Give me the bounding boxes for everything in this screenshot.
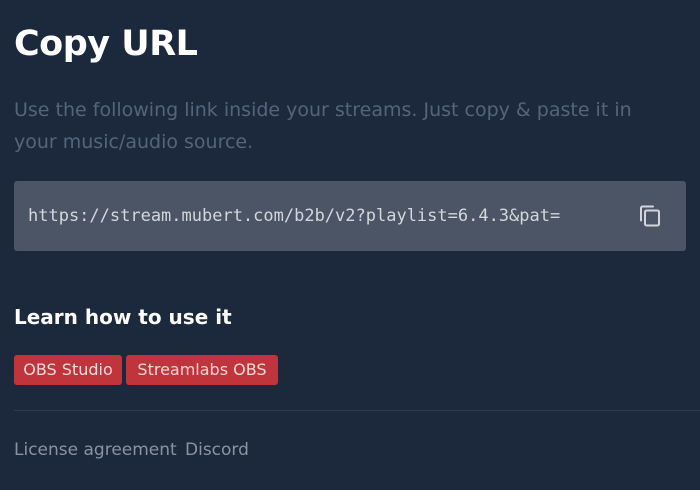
page-title: Copy URL bbox=[14, 24, 198, 64]
license-agreement-link[interactable]: License agreement bbox=[14, 438, 177, 462]
stream-url-box: https://stream.mubert.com/b2b/v2?playlis… bbox=[14, 181, 686, 251]
obs-studio-tag[interactable]: OBS Studio bbox=[14, 355, 122, 385]
footer-divider bbox=[14, 410, 700, 411]
stream-url-field[interactable]: https://stream.mubert.com/b2b/v2?playlis… bbox=[28, 204, 624, 228]
copy-url-button[interactable] bbox=[639, 205, 661, 227]
discord-link[interactable]: Discord bbox=[185, 438, 249, 462]
copy-icon bbox=[640, 205, 660, 227]
copy-url-panel: Copy URL Use the following link inside y… bbox=[0, 0, 700, 490]
learn-heading: Learn how to use it bbox=[14, 305, 232, 329]
instructions-text: Use the following link inside your strea… bbox=[14, 99, 632, 153]
streamlabs-obs-tag[interactable]: Streamlabs OBS bbox=[126, 355, 278, 385]
